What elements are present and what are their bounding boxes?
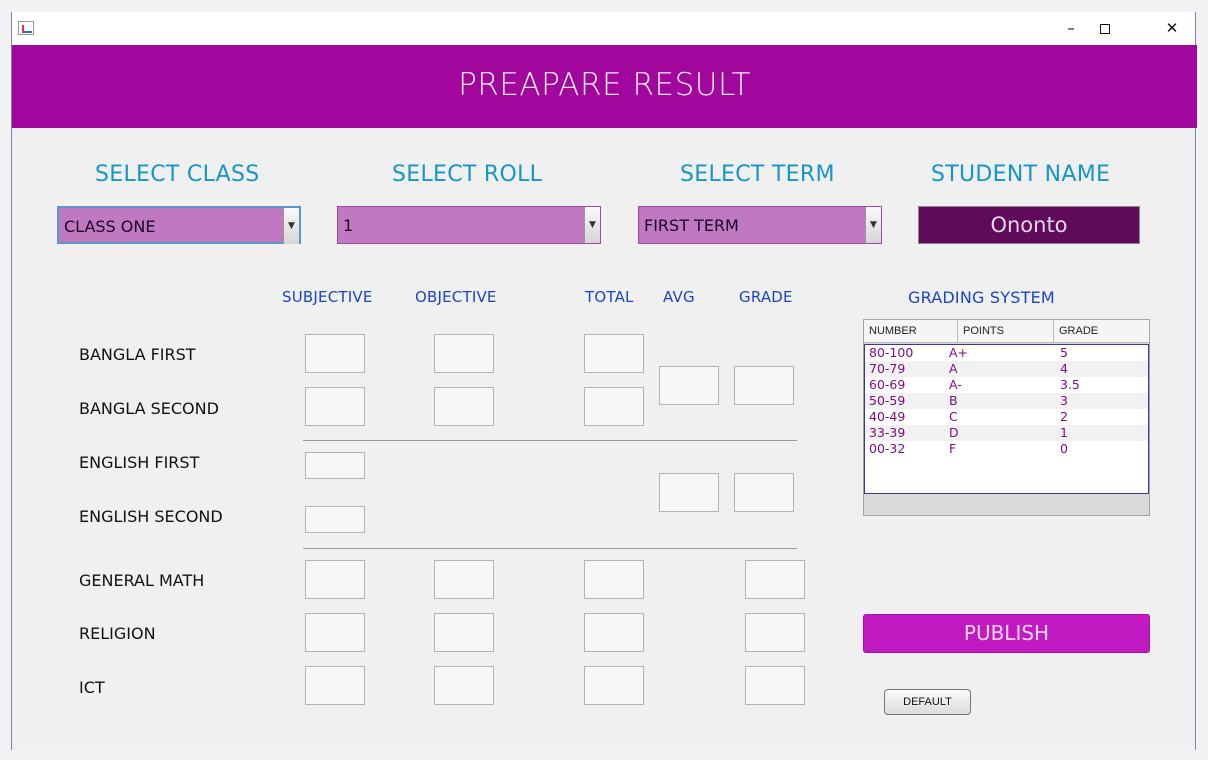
select-roll-label: SELECT ROLL	[392, 162, 543, 187]
grading-cell-grade: 5	[1060, 345, 1068, 360]
grading-cell-number: 50-59	[869, 393, 906, 408]
ict-objective-input[interactable]	[434, 666, 494, 705]
grading-cell-points: F	[949, 441, 957, 456]
english-second-subjective-input[interactable]	[305, 506, 365, 533]
java-app-icon	[18, 21, 34, 35]
grading-cell-number: 40-49	[869, 409, 906, 424]
divider	[303, 548, 797, 549]
grading-cell-points: A	[949, 361, 958, 376]
subject-english-second: ENGLISH SECOND	[79, 507, 223, 526]
subjective-column-header: SUBJECTIVE	[282, 288, 373, 306]
ict-subjective-input[interactable]	[305, 666, 365, 705]
bangla-second-subjective-input[interactable]	[305, 387, 365, 426]
grading-header-number[interactable]: NUMBER	[864, 320, 958, 343]
religion-total-input[interactable]	[584, 613, 644, 652]
ict-total-input[interactable]	[584, 666, 644, 705]
grade-column-header: GRADE	[739, 288, 793, 306]
table-row[interactable]: 80-100 A+ 5	[865, 345, 1148, 361]
chevron-down-icon[interactable]: ▼	[283, 208, 299, 244]
grading-cell-grade: 0	[1060, 441, 1068, 456]
roll-select[interactable]: 1 ▼	[337, 206, 601, 244]
default-button[interactable]: DEFAULT	[884, 689, 971, 715]
subject-bangla-first: BANGLA FIRST	[79, 345, 196, 364]
religion-grade-input[interactable]	[745, 613, 805, 652]
grading-cell-points: C	[949, 409, 958, 424]
grading-cell-grade: 4	[1060, 361, 1068, 376]
table-row[interactable]: 33-39 D 1	[865, 425, 1148, 441]
table-row[interactable]: 40-49 C 2	[865, 409, 1148, 425]
grading-cell-grade: 3.5	[1060, 377, 1080, 392]
grading-cell-number: 60-69	[869, 377, 906, 392]
header-banner: PREAPARE RESULT	[12, 45, 1197, 128]
grading-cell-grade: 3	[1060, 393, 1068, 408]
bangla-second-total-input[interactable]	[584, 387, 644, 426]
class-select[interactable]: CLASS ONE ▼	[57, 206, 301, 244]
chevron-down-icon[interactable]: ▼	[865, 207, 881, 243]
table-row[interactable]: 70-79 A 4	[865, 361, 1148, 377]
close-button[interactable]: ✕	[1158, 18, 1186, 38]
general-math-objective-input[interactable]	[434, 560, 494, 599]
grading-cell-points: A-	[949, 377, 962, 392]
general-math-grade-input[interactable]	[745, 560, 805, 599]
maximize-icon	[1100, 23, 1110, 34]
general-math-subjective-input[interactable]	[305, 560, 365, 599]
minimize-button[interactable]: –	[1057, 18, 1085, 38]
term-select[interactable]: FIRST TERM ▼	[638, 206, 882, 244]
general-math-total-input[interactable]	[584, 560, 644, 599]
religion-objective-input[interactable]	[434, 613, 494, 652]
page-title: PREAPARE RESULT	[458, 67, 751, 103]
class-select-value: CLASS ONE	[64, 217, 156, 236]
objective-column-header: OBJECTIVE	[415, 288, 497, 306]
grading-header-points[interactable]: POINTS	[958, 320, 1054, 343]
grading-table: NUMBER POINTS GRADE 80-100 A+ 5 70-79 A …	[863, 319, 1150, 516]
subject-religion: RELIGION	[79, 624, 156, 643]
grading-cell-number: 80-100	[869, 345, 914, 360]
term-select-value: FIRST TERM	[644, 216, 739, 235]
subject-general-math: GENERAL MATH	[79, 571, 205, 590]
roll-select-value: 1	[343, 216, 354, 235]
total-column-header: TOTAL	[585, 288, 634, 306]
table-row[interactable]: 50-59 B 3	[865, 393, 1148, 409]
app-window: – ✕ PREAPARE RESULT SELECT CLASS SELECT …	[11, 12, 1197, 750]
table-row[interactable]: 00-32 F 0	[865, 441, 1148, 457]
english-avg-input[interactable]	[659, 473, 719, 512]
publish-button[interactable]: PUBLISH	[863, 614, 1150, 653]
select-class-label: SELECT CLASS	[95, 162, 260, 187]
religion-subjective-input[interactable]	[305, 613, 365, 652]
avg-column-header: AVG	[663, 288, 695, 306]
grading-cell-grade: 1	[1060, 425, 1068, 440]
grading-cell-points: B	[949, 393, 958, 408]
subject-bangla-second: BANGLA SECOND	[79, 399, 219, 418]
title-bar: – ✕	[12, 12, 1195, 45]
bangla-first-subjective-input[interactable]	[305, 334, 365, 373]
grading-cell-points: A+	[949, 345, 969, 360]
subject-english-first: ENGLISH FIRST	[79, 453, 200, 472]
english-grade-input[interactable]	[734, 473, 794, 512]
student-name-field[interactable]: Ononto	[918, 206, 1140, 244]
grading-cell-grade: 2	[1060, 409, 1068, 424]
bangla-grade-input[interactable]	[734, 366, 794, 405]
maximize-button[interactable]	[1091, 18, 1119, 38]
english-first-subjective-input[interactable]	[305, 452, 365, 479]
bangla-first-total-input[interactable]	[584, 334, 644, 373]
bangla-second-objective-input[interactable]	[434, 387, 494, 426]
bangla-avg-input[interactable]	[659, 366, 719, 405]
grading-table-body: 80-100 A+ 5 70-79 A 4 60-69 A- 3.5 50-59…	[864, 344, 1149, 494]
chevron-down-icon[interactable]: ▼	[584, 207, 600, 243]
grading-cell-number: 70-79	[869, 361, 906, 376]
grading-header-grade[interactable]: GRADE	[1054, 320, 1149, 343]
table-row[interactable]: 60-69 A- 3.5	[865, 377, 1148, 393]
grading-table-header: NUMBER POINTS GRADE	[864, 320, 1149, 343]
grading-cell-number: 00-32	[869, 441, 906, 456]
divider	[303, 440, 797, 441]
select-term-label: SELECT TERM	[680, 162, 835, 187]
grading-cell-points: D	[949, 425, 959, 440]
bangla-first-objective-input[interactable]	[434, 334, 494, 373]
grading-cell-number: 33-39	[869, 425, 906, 440]
grading-system-title: GRADING SYSTEM	[908, 288, 1055, 307]
subject-ict: ICT	[79, 678, 105, 697]
student-name-label: STUDENT NAME	[931, 162, 1111, 187]
ict-grade-input[interactable]	[745, 666, 805, 705]
